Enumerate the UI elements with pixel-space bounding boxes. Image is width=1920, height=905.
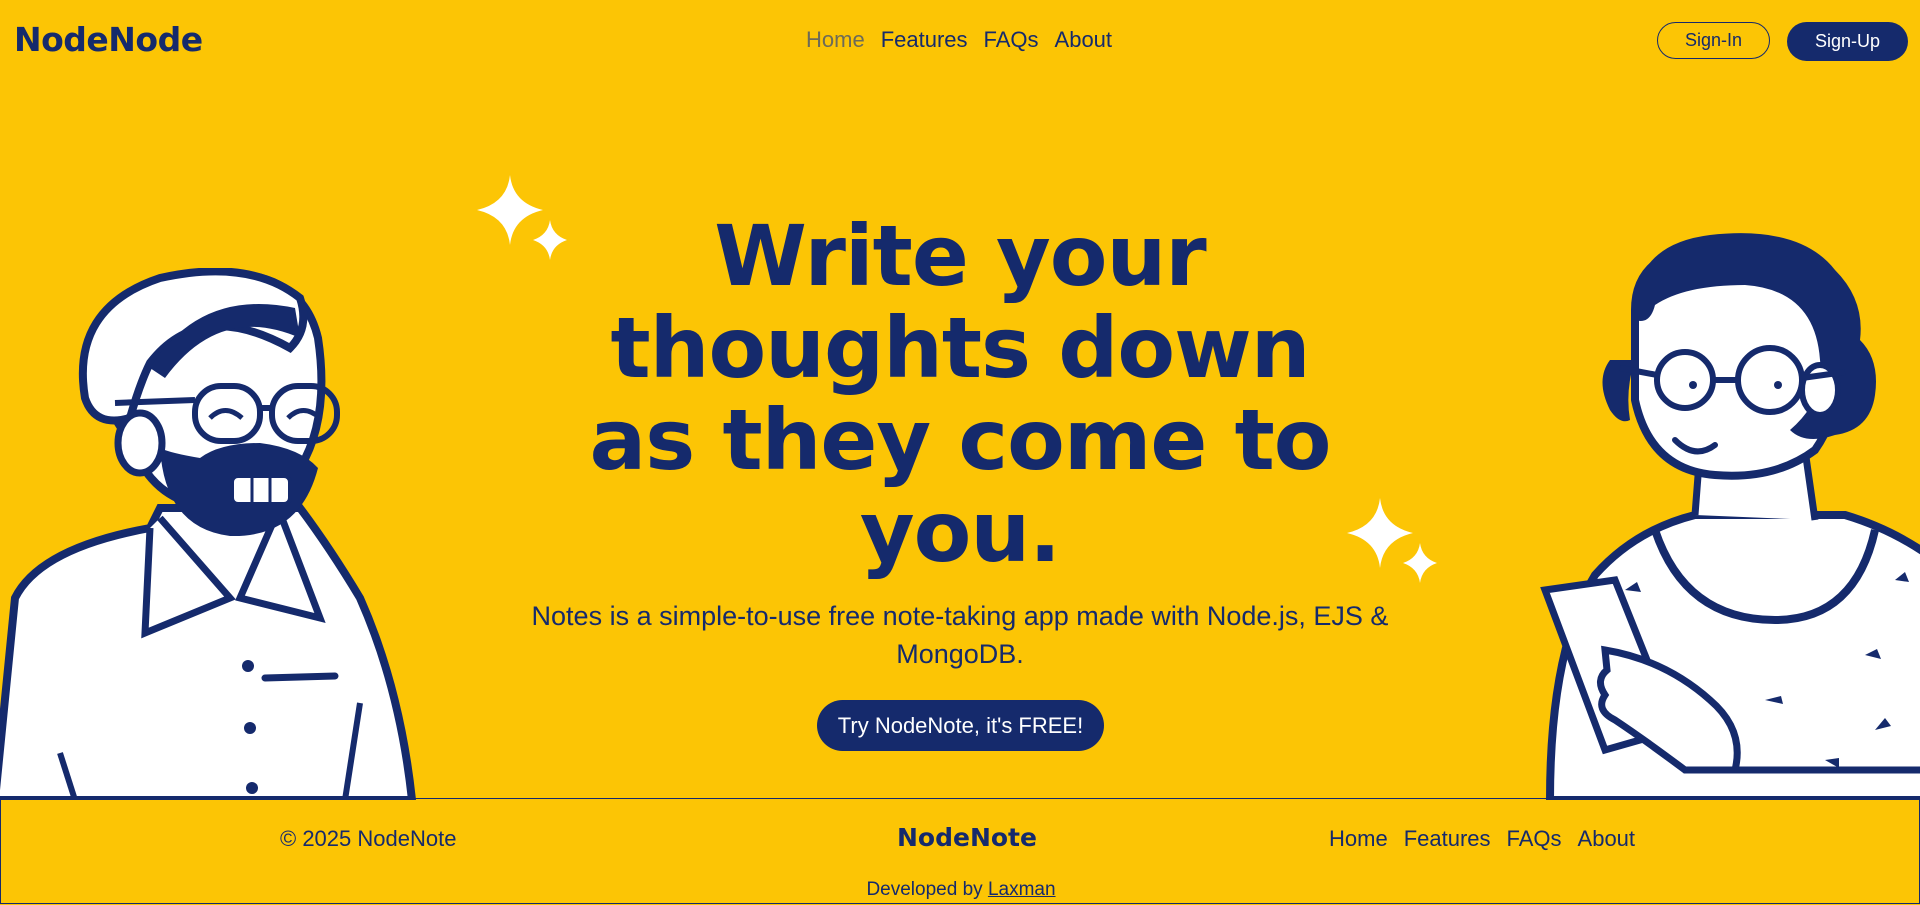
nav-link-faqs[interactable]: FAQs bbox=[984, 27, 1039, 53]
footer-link-faqs[interactable]: FAQs bbox=[1507, 826, 1562, 852]
sign-up-button[interactable]: Sign-Up bbox=[1787, 22, 1908, 61]
footer-link-features[interactable]: Features bbox=[1404, 826, 1491, 852]
woman-illustration bbox=[1540, 233, 1920, 800]
hero-title: Write your thoughts down as they come to… bbox=[589, 207, 1332, 581]
page-footer: © 2025 NodeNote NodeNote Home Features F… bbox=[0, 798, 1920, 904]
footer-link-home[interactable]: Home bbox=[1329, 826, 1388, 852]
try-free-button[interactable]: Try NodeNote, it's FREE! bbox=[817, 700, 1104, 751]
sparkle-icon bbox=[1347, 498, 1437, 583]
copyright-text: © 2025 NodeNote bbox=[280, 826, 457, 851]
developer-link[interactable]: Laxman bbox=[988, 879, 1056, 900]
footer-menu: Home Features FAQs About bbox=[1329, 826, 1635, 852]
footer-logo[interactable]: NodeNote bbox=[897, 823, 1037, 852]
brand-logo[interactable]: NodeNode bbox=[14, 20, 203, 59]
main-menu: Home Features FAQs About bbox=[806, 27, 1112, 53]
footer-link-about[interactable]: About bbox=[1578, 826, 1636, 852]
nav-link-features[interactable]: Features bbox=[881, 27, 968, 53]
man-illustration bbox=[0, 268, 417, 800]
hero-subtitle: Notes is a simple-to-use free note-takin… bbox=[531, 601, 1389, 669]
developer-credit: Developed by Laxman bbox=[1, 879, 1920, 901]
nav-link-home[interactable]: Home bbox=[806, 27, 865, 53]
top-navbar: NodeNode Home Features FAQs About Sign-I… bbox=[0, 0, 1920, 84]
developed-by-label: Developed by bbox=[866, 879, 983, 900]
sign-in-button[interactable]: Sign-In bbox=[1657, 22, 1770, 59]
nav-link-about[interactable]: About bbox=[1055, 27, 1113, 53]
